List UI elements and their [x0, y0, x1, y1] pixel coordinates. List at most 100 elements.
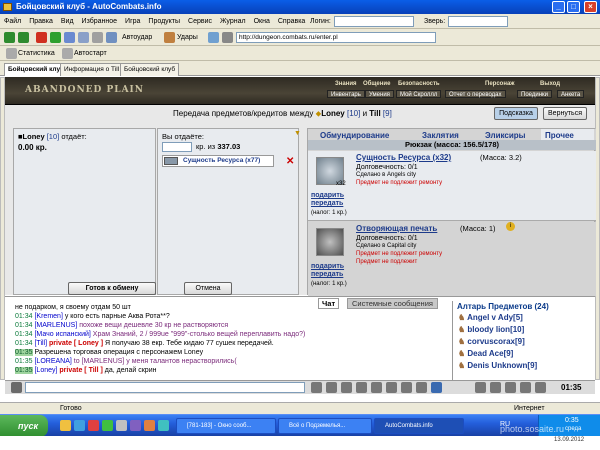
game-menu-security[interactable]: Безопасность — [398, 81, 440, 87]
quicklaunch-icon[interactable] — [144, 420, 155, 431]
chat-action-icon[interactable] — [341, 382, 352, 393]
start-button[interactable]: пуск — [0, 415, 48, 437]
chat-action-icon[interactable] — [326, 382, 337, 393]
chat-nick[interactable]: [Loney] — [34, 367, 57, 374]
transfer-link[interactable]: передать — [311, 200, 343, 207]
tab-other[interactable]: Прочее — [541, 129, 594, 140]
autostart-link[interactable]: Автостарт — [74, 48, 107, 59]
menu-favorites[interactable]: Избранное — [78, 14, 121, 29]
quicklaunch-icon[interactable] — [60, 420, 71, 431]
room-action-icon[interactable] — [475, 382, 486, 393]
room-action-icon[interactable] — [505, 382, 516, 393]
taskbar-window-dungeons[interactable]: Всё о Подземелья... — [278, 418, 372, 434]
menu-edit[interactable]: Правка — [25, 14, 57, 29]
home-icon[interactable] — [64, 32, 75, 43]
tool-icon[interactable] — [106, 32, 117, 43]
taskbar-window-messages[interactable]: [781-183] - Окно сооб... — [176, 418, 276, 434]
taskbar-window-autocombats[interactable]: AutoCombats.info — [374, 418, 464, 434]
room-action-icon[interactable] — [535, 382, 546, 393]
chat-action-icon[interactable] — [356, 382, 367, 393]
tab-system-messages[interactable]: Системные сообщения — [347, 298, 438, 309]
menu-help[interactable]: Справка — [274, 14, 309, 29]
tab-spells[interactable]: Заклятия — [422, 131, 459, 140]
info-icon[interactable]: i — [506, 222, 515, 231]
remove-item-icon[interactable]: ✕ — [286, 156, 294, 167]
chat-nick[interactable]: [Till] — [34, 340, 47, 347]
room-action-icon[interactable] — [520, 382, 531, 393]
room-action-icon[interactable] — [490, 382, 501, 393]
quicklaunch-icon[interactable] — [88, 420, 99, 431]
user-name[interactable]: Dead Ace[9] — [467, 349, 513, 358]
tab-fightclub[interactable]: Бойцовский клуб — [4, 63, 69, 76]
minimize-button[interactable]: _ — [552, 1, 565, 13]
game-sub-skills[interactable]: Умения — [365, 90, 394, 98]
gift-link[interactable]: подарить — [311, 192, 344, 199]
print-icon[interactable] — [92, 32, 103, 43]
user-name[interactable]: bloody lion[10] — [467, 325, 524, 334]
user-name[interactable]: Angel v Ady[5] — [467, 313, 523, 322]
tab-fightclub-2[interactable]: Бойцовский клуб — [120, 63, 180, 76]
item-name[interactable]: Отворяющая печать — [356, 224, 437, 233]
maximize-button[interactable]: □ — [567, 1, 580, 13]
menu-game[interactable]: Игра — [121, 14, 144, 29]
chat-action-icon[interactable] — [371, 382, 382, 393]
user-entry[interactable]: ♞ Denis Unknown[9] — [458, 361, 537, 370]
back-button[interactable]: Вернуться — [543, 107, 587, 120]
mail-icon[interactable] — [78, 32, 89, 43]
game-sub-inventory[interactable]: Инвентарь — [327, 90, 365, 98]
user-name[interactable]: Denis Unknown[9] — [467, 361, 537, 370]
menu-journal[interactable]: Журнал — [216, 14, 250, 29]
chat-nick[interactable]: [MARLENUS] — [34, 322, 77, 329]
game-menu-knowledge[interactable]: Знания — [335, 81, 357, 87]
punches-button[interactable]: Удары — [177, 32, 198, 43]
game-sub-battles[interactable]: Поединки — [517, 90, 552, 98]
refresh-icon[interactable] — [50, 32, 61, 43]
menu-windows[interactable]: Окна — [250, 14, 274, 29]
stop-icon[interactable] — [36, 32, 47, 43]
info-icon[interactable] — [431, 382, 442, 393]
game-menu-social[interactable]: Общение — [363, 81, 390, 87]
menu-products[interactable]: Продукты — [144, 14, 184, 29]
filter-icon[interactable] — [222, 32, 233, 43]
menu-view[interactable]: Вид — [57, 14, 78, 29]
user-entry[interactable]: ♞ Angel v Ady[5] — [458, 313, 523, 322]
game-sub-transfers[interactable]: Отчет о переводах — [445, 90, 506, 98]
menu-file[interactable]: Файл — [0, 14, 25, 29]
cancel-trade-button[interactable]: Отмена — [184, 282, 232, 295]
quicklaunch-icon[interactable] — [130, 420, 141, 431]
chat-action-icon[interactable] — [401, 382, 412, 393]
user-entry[interactable]: ♞ bloody lion[10] — [458, 325, 524, 334]
quicklaunch-icon[interactable] — [116, 420, 127, 431]
close-button[interactable]: × — [584, 1, 597, 13]
tab-elixirs[interactable]: Эликсиры — [485, 131, 525, 140]
game-menu-character[interactable]: Персонаж — [485, 81, 515, 87]
chat-action-icon[interactable] — [311, 382, 322, 393]
chat-nick[interactable]: [Kremen] — [34, 313, 62, 320]
gift-link[interactable]: подарить — [311, 263, 344, 270]
back-icon[interactable] — [4, 32, 15, 43]
user-entry[interactable]: ♞ corvuscorax[9] — [458, 337, 525, 346]
hint-button[interactable]: Подсказка — [494, 107, 538, 120]
ready-to-trade-button[interactable]: Готов к обмену — [68, 282, 156, 295]
chat-nick[interactable]: [Мачо испанский] — [34, 331, 90, 338]
forward-icon[interactable] — [18, 32, 29, 43]
chat-nick[interactable]: [LOREANA] — [34, 358, 71, 365]
game-sub-scroll[interactable]: Мой Скроллл — [396, 90, 442, 98]
offered-item[interactable]: Сущность Ресурса (x77) — [162, 155, 274, 167]
game-sub-profile[interactable]: Анкета — [557, 90, 585, 98]
game-menu-exit[interactable]: Выход — [540, 81, 560, 87]
quicklaunch-icon[interactable] — [102, 420, 113, 431]
tray-clock[interactable]: 0:35 — [565, 417, 579, 424]
tool-icon[interactable] — [11, 382, 22, 393]
credits-amount-input[interactable] — [162, 142, 192, 152]
user-name[interactable]: corvuscorax[9] — [467, 337, 524, 346]
tab-equipment[interactable]: Обмундирование — [320, 131, 389, 140]
login-field[interactable] — [334, 16, 414, 27]
chat-input[interactable] — [25, 382, 305, 393]
chat-action-icon[interactable] — [386, 382, 397, 393]
autoattack-button[interactable]: Автоудар — [122, 32, 152, 43]
user-entry[interactable]: ♞ Dead Ace[9] — [458, 349, 513, 358]
menu-service[interactable]: Сервис — [184, 14, 216, 29]
tools-icon[interactable] — [208, 32, 219, 43]
transfer-link[interactable]: передать — [311, 271, 343, 278]
